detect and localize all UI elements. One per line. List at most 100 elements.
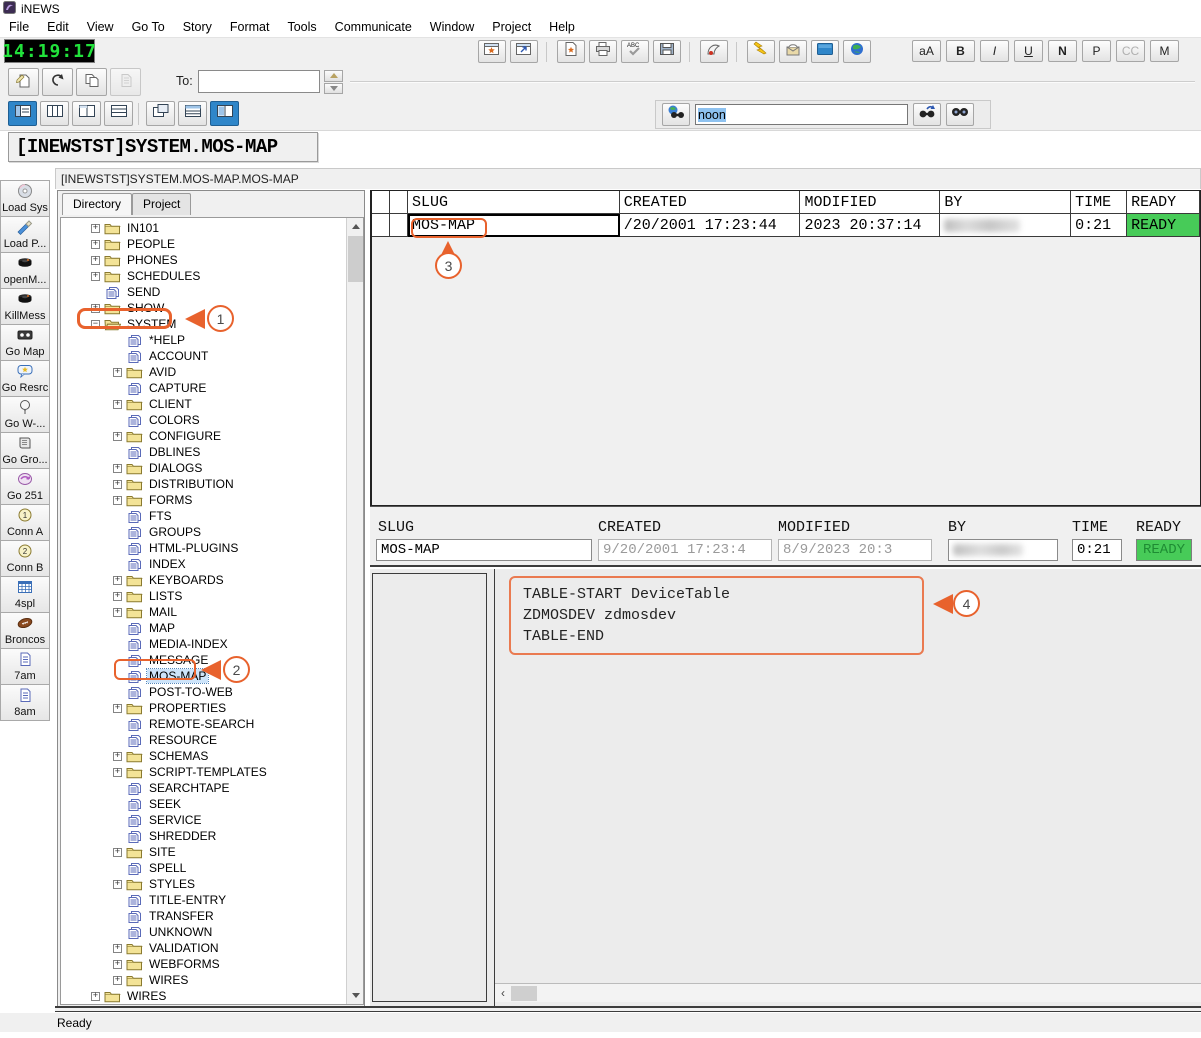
page-star-button[interactable] xyxy=(557,40,585,63)
mail-seal-button[interactable] xyxy=(700,40,728,63)
expander-minus-icon[interactable]: − xyxy=(91,320,100,329)
tree-item-schedules[interactable]: +SCHEDULES xyxy=(61,268,363,284)
expander-plus-icon[interactable]: + xyxy=(113,368,122,377)
menu-project[interactable]: Project xyxy=(483,18,540,36)
tree-item-forms[interactable]: +FORMS xyxy=(61,492,363,508)
column-header-time[interactable]: TIME xyxy=(1071,191,1127,214)
tree-item-service[interactable]: SERVICE xyxy=(61,812,363,828)
tree-item-media-index[interactable]: MEDIA-INDEX xyxy=(61,636,363,652)
story-text-pane[interactable]: TABLE-START DeviceTable ZDMOSDEV zdmosde… xyxy=(494,569,1201,1006)
tree-item-capture[interactable]: CAPTURE xyxy=(61,380,363,396)
tree-item-wires[interactable]: +WIRES xyxy=(61,972,363,988)
menu-view[interactable]: View xyxy=(78,18,123,36)
scrollbar-thumb[interactable] xyxy=(348,236,363,282)
layout-split-v-button[interactable] xyxy=(72,101,101,126)
tree-item-transfer[interactable]: TRANSFER xyxy=(61,908,363,924)
tree-scrollbar[interactable] xyxy=(346,218,363,1004)
tree-item-dblines[interactable]: DBLINES xyxy=(61,444,363,460)
sidebar-button-conn-b[interactable]: 2Conn B xyxy=(0,540,50,577)
cell-by[interactable] xyxy=(940,214,1071,237)
tree-item-html-plugins[interactable]: HTML-PLUGINS xyxy=(61,540,363,556)
expander-plus-icon[interactable]: + xyxy=(91,272,100,281)
expander-plus-icon[interactable]: + xyxy=(113,704,122,713)
expander-plus-icon[interactable]: + xyxy=(91,240,100,249)
tree-item-post-to-web[interactable]: POST-TO-WEB xyxy=(61,684,363,700)
to-spinner[interactable] xyxy=(324,70,343,94)
sidebar-button-go-resrc[interactable]: Go Resrc xyxy=(0,360,50,397)
spin-up-icon[interactable] xyxy=(324,70,343,82)
tree-item-styles[interactable]: +STYLES xyxy=(61,876,363,892)
expander-plus-icon[interactable]: + xyxy=(113,848,122,857)
column-header-modified[interactable]: MODIFIED xyxy=(800,191,940,214)
panel-divider[interactable] xyxy=(370,506,1201,513)
column-header-ready[interactable]: READY xyxy=(1127,191,1200,214)
new-page-button[interactable] xyxy=(8,68,39,96)
search-input[interactable]: noon xyxy=(695,104,908,125)
blue-panel-button[interactable] xyxy=(811,40,839,63)
sidebar-button-broncos[interactable]: Broncos xyxy=(0,612,50,649)
format-button-m[interactable]: M xyxy=(1150,40,1179,62)
expander-plus-icon[interactable]: + xyxy=(91,256,100,265)
expander-plus-icon[interactable]: + xyxy=(113,960,122,969)
scroll-down-icon[interactable] xyxy=(347,987,364,1004)
expander-plus-icon[interactable]: + xyxy=(113,944,122,953)
expander-plus-icon[interactable]: + xyxy=(113,480,122,489)
expander-plus-icon[interactable]: + xyxy=(113,880,122,889)
column-header-created[interactable]: CREATED xyxy=(620,191,801,214)
expander-plus-icon[interactable]: + xyxy=(113,752,122,761)
form-ready-button[interactable]: READY xyxy=(1136,539,1192,561)
tree-item-show[interactable]: +SHOW xyxy=(61,300,363,316)
tree-item-distribution[interactable]: +DISTRIBUTION xyxy=(61,476,363,492)
expander-plus-icon[interactable]: + xyxy=(113,496,122,505)
tree-item-properties[interactable]: +PROPERTIES xyxy=(61,700,363,716)
scroll-up-icon[interactable] xyxy=(347,218,364,235)
story-text-block[interactable]: TABLE-START DeviceTable ZDMOSDEV zdmosde… xyxy=(509,576,924,655)
tree-item-account[interactable]: ACCOUNT xyxy=(61,348,363,364)
tree-item-fts[interactable]: FTS xyxy=(61,508,363,524)
sidebar-button-go-w-[interactable]: Go W-... xyxy=(0,396,50,433)
sidebar-button-go-map[interactable]: Go Map xyxy=(0,324,50,361)
tree-item-message[interactable]: MESSAGE xyxy=(61,652,363,668)
tree-item-validation[interactable]: +VALIDATION xyxy=(61,940,363,956)
tree-item-send[interactable]: SEND xyxy=(61,284,363,300)
cell-created[interactable]: /20/2001 17:23:44 xyxy=(620,214,801,237)
menu-go-to[interactable]: Go To xyxy=(123,18,174,36)
tree-item-site[interactable]: +SITE xyxy=(61,844,363,860)
envelope-button[interactable] xyxy=(779,40,807,63)
tree-item-mail[interactable]: +MAIL xyxy=(61,604,363,620)
tree-item--help[interactable]: *HELP xyxy=(61,332,363,348)
expander-plus-icon[interactable]: + xyxy=(113,976,122,985)
save-button[interactable] xyxy=(653,40,681,63)
expander-plus-icon[interactable]: + xyxy=(91,992,100,1001)
tree-item-webforms[interactable]: +WEBFORMS xyxy=(61,956,363,972)
tree-item-mos-map[interactable]: MOS-MAP xyxy=(61,668,363,684)
cell-ready[interactable]: READY xyxy=(1127,214,1200,237)
expander-plus-icon[interactable]: + xyxy=(113,768,122,777)
menu-tools[interactable]: Tools xyxy=(278,18,325,36)
format-button-p[interactable]: P xyxy=(1082,40,1111,62)
tree-item-shredder[interactable]: SHREDDER xyxy=(61,828,363,844)
layout-rows-button[interactable] xyxy=(104,101,133,126)
find-next-button[interactable] xyxy=(913,103,941,126)
to-input[interactable] xyxy=(198,70,320,93)
sidebar-button-killmess[interactable]: KillMess xyxy=(0,288,50,325)
expander-plus-icon[interactable]: + xyxy=(113,592,122,601)
tree-item-lists[interactable]: +LISTS xyxy=(61,588,363,604)
cell-modified[interactable]: 2023 20:37:14 xyxy=(800,214,940,237)
window-star-button[interactable] xyxy=(478,40,506,63)
tree-item-searchtape[interactable]: SEARCHTAPE xyxy=(61,780,363,796)
tree-item-system[interactable]: −SYSTEM xyxy=(61,316,363,332)
expander-plus-icon[interactable]: + xyxy=(113,400,122,409)
tree-item-keyboards[interactable]: +KEYBOARDS xyxy=(61,572,363,588)
queue-row-mos-map[interactable]: MOS-MAP /20/2001 17:23:44 2023 20:37:14 … xyxy=(372,214,1200,237)
layout-cascade-button[interactable] xyxy=(146,101,175,126)
menu-help[interactable]: Help xyxy=(540,18,584,36)
format-button-n[interactable]: N xyxy=(1048,40,1077,62)
format-button-i[interactable]: I xyxy=(980,40,1009,62)
globe-button[interactable] xyxy=(843,40,871,63)
window-arrow-button[interactable] xyxy=(510,40,538,63)
tree-item-dialogs[interactable]: +DIALOGS xyxy=(61,460,363,476)
expander-plus-icon[interactable]: + xyxy=(91,304,100,313)
menu-file[interactable]: File xyxy=(0,18,38,36)
menu-story[interactable]: Story xyxy=(174,18,221,36)
